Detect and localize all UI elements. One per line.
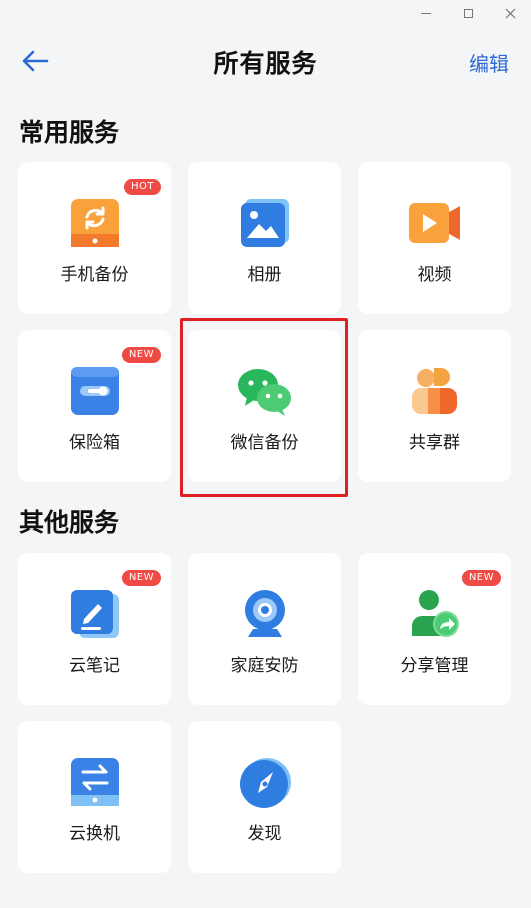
close-button[interactable]: [489, 1, 531, 25]
service-label: 云换机: [69, 824, 120, 844]
close-icon: [505, 8, 515, 18]
page-title: 所有服务: [213, 49, 318, 78]
maximize-button[interactable]: [447, 1, 489, 25]
service-card-phone-backup[interactable]: HOT 手机备份: [18, 162, 171, 314]
new-badge: NEW: [121, 570, 161, 586]
share-group-icon: [411, 368, 457, 414]
minimize-button[interactable]: [405, 1, 447, 25]
service-card-video[interactable]: 视频: [358, 162, 511, 314]
highlight-box: [180, 318, 348, 497]
cloud-switch-phone-icon: [70, 758, 119, 806]
new-badge: NEW: [121, 347, 161, 363]
edit-button[interactable]: 编辑: [469, 48, 509, 77]
hot-badge: HOT: [124, 179, 161, 195]
phone-backup-icon: [70, 199, 119, 247]
section-title-common: 常用服务: [19, 118, 120, 147]
window-title-bar: [0, 0, 531, 26]
compass-icon: [239, 758, 291, 808]
home-security-camera-icon: [244, 590, 285, 637]
service-label: 保险箱: [69, 433, 120, 453]
service-label: 视频: [417, 265, 452, 285]
album-icon: [240, 199, 289, 247]
share-manage-icon: [411, 590, 459, 637]
service-label: 共享群: [409, 433, 460, 453]
section-title-other: 其他服务: [19, 508, 120, 537]
service-card-discover[interactable]: 发现: [188, 721, 341, 873]
service-label: 分享管理: [400, 656, 469, 676]
minimize-icon: [421, 12, 431, 14]
cloud-note-icon: [70, 590, 119, 638]
service-label: 手机备份: [60, 265, 129, 285]
video-icon: [408, 203, 460, 243]
service-card-cloud-switch[interactable]: 云换机: [18, 721, 171, 873]
service-card-album[interactable]: 相册: [188, 162, 341, 314]
new-badge: NEW: [461, 570, 501, 586]
service-card-cloud-note[interactable]: NEW 云笔记: [18, 553, 171, 705]
service-card-home-security[interactable]: 家庭安防: [188, 553, 341, 705]
service-label: 云笔记: [69, 656, 120, 676]
service-card-share-group[interactable]: 共享群: [358, 330, 511, 482]
service-card-safe-box[interactable]: NEW 保险箱: [18, 330, 171, 482]
service-label: 发现: [247, 824, 282, 844]
safe-box-icon: [70, 367, 119, 415]
maximize-icon: [463, 8, 473, 18]
header: 所有服务 编辑: [0, 30, 531, 92]
service-label: 家庭安防: [230, 656, 299, 676]
service-label: 相册: [247, 265, 282, 285]
service-card-share-manage[interactable]: NEW 分享管理: [358, 553, 511, 705]
